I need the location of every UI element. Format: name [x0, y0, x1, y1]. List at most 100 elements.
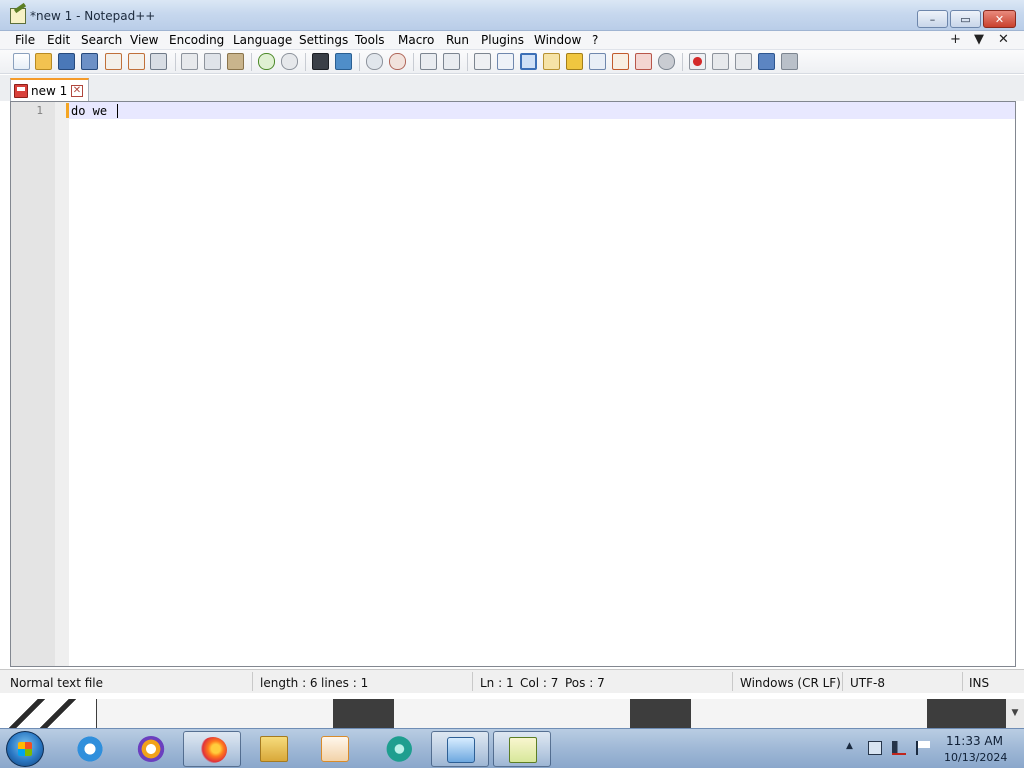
word-wrap-icon[interactable]	[474, 53, 491, 70]
monitoring-icon[interactable]	[658, 53, 675, 70]
start-button[interactable]	[6, 731, 44, 767]
status-eol[interactable]: Windows (CR LF)	[740, 676, 841, 690]
indent-guide-icon[interactable]	[520, 53, 537, 70]
notepadpp-icon	[509, 737, 537, 763]
close-button[interactable]: ✕	[983, 10, 1016, 28]
close-icon[interactable]	[105, 53, 122, 70]
close-document-icon[interactable]: ✕	[998, 32, 1009, 47]
status-separator	[962, 672, 963, 691]
zoom-in-icon[interactable]	[366, 53, 383, 70]
desktop-graphic	[97, 699, 333, 728]
tab-bar: new 1 ✕	[0, 75, 1024, 101]
clock-time[interactable]: 11:33 AM	[946, 734, 1003, 748]
function-list-icon[interactable]	[612, 53, 629, 70]
taskbar-internet-explorer[interactable]	[61, 731, 119, 767]
save-all-icon[interactable]	[81, 53, 98, 70]
clock-date[interactable]: 10/13/2024	[944, 751, 1007, 764]
control-panel-icon	[447, 737, 475, 763]
tab-list-dropdown-icon[interactable]: ▼	[974, 32, 984, 47]
menu-edit[interactable]: Edit	[47, 33, 70, 47]
new-tab-plus-icon[interactable]: +	[950, 32, 961, 47]
taskbar-control-panel[interactable]	[431, 731, 489, 767]
taskbar-chat-app[interactable]	[369, 731, 427, 767]
copy-icon[interactable]	[204, 53, 221, 70]
taskbar-privacy-browser[interactable]	[122, 731, 180, 767]
show-hidden-icons-arrow[interactable]: ▲	[846, 741, 853, 751]
tab-new-1[interactable]: new 1 ✕	[10, 78, 89, 101]
text-editor[interactable]: 1 do we	[10, 101, 1016, 667]
fold-margin[interactable]	[55, 102, 69, 666]
status-encoding[interactable]: UTF-8	[850, 676, 885, 690]
new-file-icon[interactable]	[13, 53, 30, 70]
title-bar[interactable]: *new 1 - Notepad++ – ▭ ✕	[0, 0, 1024, 31]
tab-close-icon[interactable]: ✕	[71, 85, 83, 97]
change-history-marker	[66, 103, 69, 118]
menu-view[interactable]: View	[130, 33, 158, 47]
minimize-button[interactable]: –	[917, 10, 948, 28]
undo-icon[interactable]	[258, 53, 275, 70]
notepadpp-app-icon[interactable]	[10, 8, 26, 24]
doc-list-icon[interactable]	[589, 53, 606, 70]
taskbar-notepadpp[interactable]	[493, 731, 551, 767]
menu-run[interactable]: Run	[446, 33, 469, 47]
menu-plugins[interactable]: Plugins	[481, 33, 524, 47]
find-icon[interactable]	[312, 53, 329, 70]
redo-icon[interactable]	[281, 53, 298, 70]
save-macro-icon[interactable]	[781, 53, 798, 70]
show-all-chars-icon[interactable]	[497, 53, 514, 70]
desktop-graphic	[394, 699, 630, 728]
firefox-icon	[199, 737, 227, 763]
menu-help[interactable]: ?	[592, 33, 598, 47]
toolbar-separator	[175, 53, 176, 71]
open-file-icon[interactable]	[35, 53, 52, 70]
action-center-flag-icon[interactable]	[916, 741, 930, 755]
unsaved-file-icon	[14, 84, 28, 98]
stop-record-icon[interactable]	[712, 53, 729, 70]
taskbar: ▲ 11:33 AM 10/13/2024	[0, 728, 1024, 768]
status-insert-mode[interactable]: INS	[969, 676, 989, 690]
toolbar-separator	[682, 53, 683, 71]
status-bar: Normal text file length : 6 lines : 1 Ln…	[0, 669, 1024, 693]
sync-v-icon[interactable]	[420, 53, 437, 70]
zoom-out-icon[interactable]	[389, 53, 406, 70]
status-length: length : 6	[260, 676, 318, 690]
menu-tools[interactable]: Tools	[355, 33, 385, 47]
doc-map-icon[interactable]	[566, 53, 583, 70]
line-number: 1	[36, 104, 43, 117]
menu-macro[interactable]: Macro	[398, 33, 434, 47]
scroll-down-arrow-icon[interactable]: ▼	[1006, 699, 1024, 728]
status-file-type: Normal text file	[10, 676, 104, 690]
volume-muted-icon[interactable]	[892, 741, 906, 755]
record-macro-icon[interactable]	[689, 53, 706, 70]
menu-language[interactable]: Language	[233, 33, 292, 47]
paste-icon[interactable]	[227, 53, 244, 70]
cut-icon[interactable]	[181, 53, 198, 70]
network-icon[interactable]	[868, 741, 882, 755]
save-icon[interactable]	[58, 53, 75, 70]
menu-window[interactable]: Window	[534, 33, 581, 47]
replace-icon[interactable]	[335, 53, 352, 70]
toolbar	[0, 50, 1024, 74]
run-macro-multiple-icon[interactable]	[758, 53, 775, 70]
desktop-background	[0, 699, 1024, 728]
window-title: *new 1 - Notepad++	[30, 9, 156, 23]
taskbar-firefox[interactable]	[183, 731, 241, 767]
print-icon[interactable]	[150, 53, 167, 70]
status-lines: lines : 1	[321, 676, 369, 690]
chat-app-icon	[384, 736, 412, 762]
taskbar-media-player[interactable]	[306, 731, 364, 767]
menu-search[interactable]: Search	[81, 33, 122, 47]
status-separator	[252, 672, 253, 691]
playback-icon[interactable]	[735, 53, 752, 70]
taskbar-file-explorer[interactable]	[245, 731, 303, 767]
folder-workspace-icon[interactable]	[635, 53, 652, 70]
maximize-button[interactable]: ▭	[950, 10, 981, 28]
toolbar-separator	[359, 53, 360, 71]
menu-settings[interactable]: Settings	[299, 33, 348, 47]
close-all-icon[interactable]	[128, 53, 145, 70]
menu-file[interactable]: File	[15, 33, 35, 47]
udl-icon[interactable]	[543, 53, 560, 70]
editor-line-text[interactable]: do we	[71, 104, 114, 118]
menu-encoding[interactable]: Encoding	[169, 33, 224, 47]
sync-h-icon[interactable]	[443, 53, 460, 70]
